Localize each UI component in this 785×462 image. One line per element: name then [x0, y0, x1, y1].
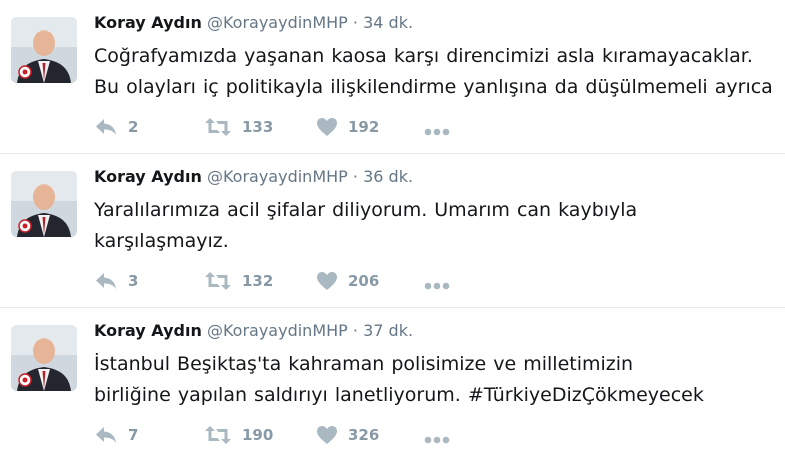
reply-count: 2	[128, 118, 139, 136]
reply-icon	[94, 271, 118, 291]
timestamp[interactable]: 34 dk.	[363, 13, 413, 32]
tweet-header: Koray Aydın @KorayaydinMHP · 36 dk.	[94, 167, 413, 186]
tweet-actions: 2 133 192	[94, 115, 474, 139]
separator: ·	[352, 321, 358, 340]
like-icon	[316, 117, 338, 137]
author-name[interactable]: Koray Aydın	[94, 167, 202, 186]
timestamp[interactable]: 36 dk.	[363, 167, 413, 186]
retweet-icon	[204, 425, 232, 445]
reply-icon	[94, 117, 118, 137]
like-button[interactable]: 326	[316, 423, 379, 447]
retweet-icon	[204, 117, 232, 137]
retweet-icon	[204, 271, 232, 291]
reply-button[interactable]: 2	[94, 115, 138, 139]
like-count: 206	[348, 272, 380, 290]
reply-button[interactable]: 7	[94, 423, 138, 447]
tweet-text: Coğrafyamızda yaşanan kaosa karşı direnc…	[94, 45, 773, 98]
timestamp[interactable]: 37 dk.	[363, 321, 413, 340]
retweet-count: 132	[242, 272, 274, 290]
author-name[interactable]: Koray Aydın	[94, 13, 202, 32]
author-name[interactable]: Koray Aydın	[94, 321, 202, 340]
retweet-count: 190	[242, 426, 274, 444]
like-count: 192	[348, 118, 380, 136]
tweet-text: İstanbul Beşiktaş'ta kahraman polisimize…	[94, 353, 704, 406]
tweet[interactable]: Koray Aydın @KorayaydinMHP · 37 dk. İsta…	[0, 308, 785, 462]
tweet-actions: 7 190 326	[94, 423, 474, 447]
like-count: 326	[348, 426, 380, 444]
reply-button[interactable]: 3	[94, 269, 138, 293]
like-button[interactable]: 206	[316, 269, 379, 293]
tweet-header: Koray Aydın @KorayaydinMHP · 34 dk.	[94, 13, 413, 32]
like-icon	[316, 425, 338, 445]
more-icon[interactable]	[424, 429, 450, 448]
tweet-text: Yaralılarımıza acil şifalar diliyorum. U…	[94, 199, 638, 252]
avatar[interactable]	[11, 325, 77, 391]
author-handle[interactable]: @KorayaydinMHP	[207, 13, 348, 32]
avatar[interactable]	[11, 17, 77, 83]
retweet-button[interactable]: 133	[204, 115, 273, 139]
tweet[interactable]: Koray Aydın @KorayaydinMHP · 34 dk. Coğr…	[0, 0, 785, 154]
reply-count: 3	[128, 272, 139, 290]
author-handle[interactable]: @KorayaydinMHP	[207, 167, 348, 186]
retweet-button[interactable]: 190	[204, 423, 273, 447]
separator: ·	[352, 13, 358, 32]
like-button[interactable]: 192	[316, 115, 379, 139]
more-icon[interactable]	[424, 121, 450, 140]
tweet-actions: 3 132 206	[94, 269, 474, 293]
separator: ·	[352, 167, 358, 186]
retweet-count: 133	[242, 118, 274, 136]
like-icon	[316, 271, 338, 291]
more-icon[interactable]	[424, 275, 450, 294]
reply-icon	[94, 425, 118, 445]
retweet-button[interactable]: 132	[204, 269, 273, 293]
tweet-header: Koray Aydın @KorayaydinMHP · 37 dk.	[94, 321, 413, 340]
reply-count: 7	[128, 426, 139, 444]
tweet[interactable]: Koray Aydın @KorayaydinMHP · 36 dk. Yara…	[0, 154, 785, 308]
avatar[interactable]	[11, 171, 77, 237]
author-handle[interactable]: @KorayaydinMHP	[207, 321, 348, 340]
